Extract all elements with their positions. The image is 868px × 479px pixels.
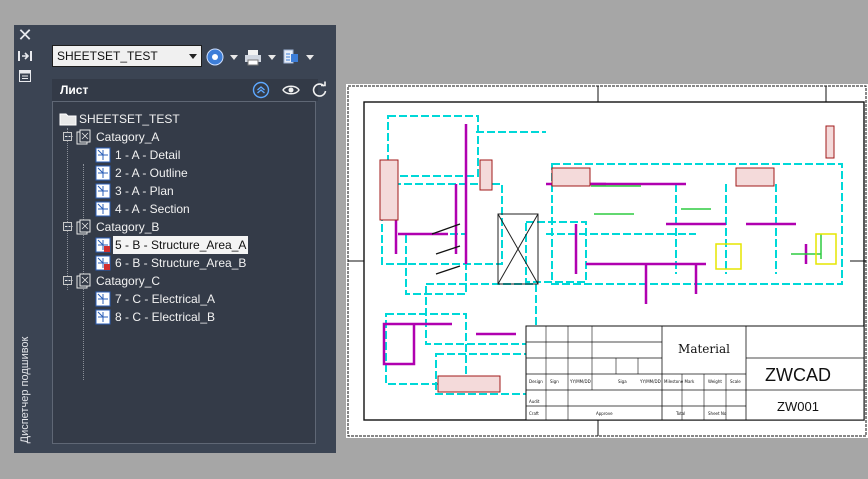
palette-side-strip: ✕ Диспетчер подшивок — [14, 25, 36, 453]
tree-sheet-label: 7 - C - Electrical_A — [115, 292, 216, 306]
sheet-set-button[interactable] — [206, 48, 240, 66]
properties-icon[interactable] — [16, 69, 34, 87]
sheet-icon — [95, 183, 111, 199]
tree-connector — [67, 128, 68, 290]
chevron-down-icon — [230, 55, 238, 60]
sheets-header: Лист — [52, 79, 327, 101]
palette-title: Диспетчер подшивок — [19, 336, 31, 444]
title-block-company: ZWCAD — [765, 365, 831, 385]
eye-icon[interactable] — [281, 81, 301, 99]
title-block-field: Total — [675, 411, 685, 416]
title-block-field: Craft — [529, 411, 539, 416]
tree-connector — [83, 308, 84, 326]
title-block-field: Scale — [730, 379, 741, 384]
sheets-tab-label: Лист — [60, 83, 89, 97]
sheet-icon — [95, 165, 111, 181]
title-block-field: Milestone Mark — [664, 379, 695, 384]
auto-hide-icon[interactable] — [16, 49, 34, 67]
title-block-field: Sign — [550, 379, 559, 384]
chevron-down-icon — [189, 54, 197, 59]
tree-category-label: Catagory_C — [96, 274, 161, 288]
collapse-all-icon[interactable] — [252, 81, 270, 99]
title-block-field: Audit — [529, 399, 540, 404]
sheet-set-dropdown-value: SHEETSET_TEST — [57, 49, 158, 63]
sheet-set-icon — [206, 48, 224, 66]
sheet-icon — [95, 309, 111, 325]
tree-connector — [67, 226, 73, 227]
tree-root-label: SHEETSET_TEST — [79, 112, 180, 126]
category-icon — [76, 273, 91, 289]
sheet-set-icon — [59, 113, 77, 126]
chevron-down-icon — [268, 55, 276, 60]
title-block-field: YY/MM/DD — [639, 379, 661, 384]
publish-button[interactable] — [244, 48, 278, 66]
sheet-set-manager-palette: ✕ Диспетчер подшивок SHEETSET_TEST Лист … — [14, 25, 336, 453]
title-block-material: Material — [678, 342, 730, 356]
title-block-field: Approve — [596, 411, 613, 416]
title-block-field: YY/MM/DD — [569, 379, 591, 384]
sheet-set-dropdown[interactable]: SHEETSET_TEST — [52, 45, 202, 67]
tree-sheet-label: 5 - B - Structure_Area_A — [113, 236, 249, 254]
sheet-icon — [95, 291, 111, 307]
tree-sheet-label: 6 - B - Structure_Area_B — [115, 256, 247, 270]
tree-category-label: Catagory_A — [96, 130, 160, 144]
tree-sheet-label: 4 - A - Section — [115, 202, 190, 216]
tree-connector — [67, 136, 73, 137]
sheet-icon — [95, 147, 111, 163]
tree-connector — [67, 280, 73, 281]
publish-icon — [245, 50, 261, 66]
tree-category-label: Catagory_B — [96, 220, 160, 234]
title-block-field: Design — [529, 379, 543, 384]
tree-sheet-label: 2 - A - Outline — [115, 166, 188, 180]
sheet-tree: SHEETSET_TEST Catagory_A 1 - A - Detail … — [52, 101, 316, 444]
model-view-button[interactable] — [282, 48, 316, 66]
sheet-icon — [95, 237, 111, 253]
tree-sheet-label: 1 - A - Detail — [115, 148, 181, 162]
refresh-icon[interactable] — [310, 81, 328, 99]
chevron-down-icon — [306, 55, 314, 60]
sheet-icon — [95, 255, 111, 271]
sheet-icon — [95, 201, 111, 217]
tree-sheet-label: 8 - C - Electrical_B — [115, 310, 216, 324]
palette-content: SHEETSET_TEST Лист SHEETSET_TEST Catagor… — [36, 25, 336, 453]
category-icon — [76, 129, 91, 145]
close-icon[interactable]: ✕ — [16, 27, 34, 45]
title-block-field: Siga — [618, 379, 627, 384]
drawing-sheet[interactable]: Material ZWCAD ZW001 Design Sign YY/MM/D… — [346, 84, 868, 438]
tree-sheet-label: 3 - A - Plan — [115, 184, 174, 198]
category-icon — [76, 219, 91, 235]
title-block-field: Sheet No — [708, 411, 727, 416]
model-view-icon — [283, 49, 298, 64]
title-block-drawing-no: ZW001 — [777, 399, 819, 414]
title-block-field: Weight — [708, 379, 722, 384]
